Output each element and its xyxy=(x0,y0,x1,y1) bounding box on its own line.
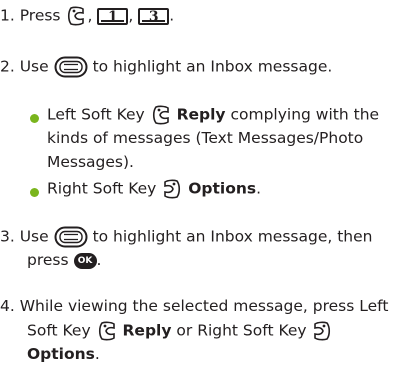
reply-label: Reply xyxy=(176,105,226,124)
step-3-text-end: to highlight an Inbox message, then xyxy=(92,227,373,246)
period: . xyxy=(169,6,175,25)
step-4-text-mid: or Right Soft Key xyxy=(176,321,307,340)
step-3: 3. Use to highlight an Inbox message, th… xyxy=(0,226,373,248)
step-1-text: 1. Press xyxy=(0,6,61,25)
left-soft-key-icon xyxy=(98,321,115,341)
right-soft-key-icon xyxy=(314,321,331,341)
step-4-line-2: Soft Key Reply or Right Soft Key xyxy=(27,320,333,342)
step-3-text: 3. Use xyxy=(0,227,49,246)
separator: , xyxy=(128,6,134,25)
right-soft-key-icon xyxy=(164,179,181,199)
step-3-line-2: press OK. xyxy=(27,250,101,270)
period: . xyxy=(256,179,262,198)
step-4-text: Soft Key xyxy=(27,321,91,340)
period: . xyxy=(94,345,100,363)
options-label: Options xyxy=(188,179,257,198)
navigation-key-icon xyxy=(54,56,88,78)
bullet-1-line-3: Messages). xyxy=(47,153,134,171)
step-2-text-end: to highlight an Inbox message. xyxy=(92,57,333,76)
key-3-icon: 3 xyxy=(138,7,170,25)
navigation-key-icon xyxy=(54,226,88,248)
bullet-1-line-1: Left Soft Key Reply complying with the xyxy=(47,104,379,126)
options-label: Options xyxy=(27,345,95,363)
step-2-text: 2. Use xyxy=(0,57,49,76)
bullet-icon xyxy=(30,114,39,123)
ok-key-icon: OK xyxy=(73,252,97,269)
period: . xyxy=(96,251,102,269)
step-4-line-1: 4. While viewing the selected message, p… xyxy=(0,297,389,315)
step-4-line-3: Options. xyxy=(27,344,100,364)
bullet-icon xyxy=(30,188,39,197)
step-1: 1. Press , 1, 3. xyxy=(0,5,174,27)
left-soft-key-icon xyxy=(68,6,85,26)
step-2: 2. Use to highlight an Inbox message. xyxy=(0,56,332,78)
bullet-2-text: Right Soft Key xyxy=(47,179,157,198)
step-3-press-text: press xyxy=(27,251,69,269)
reply-label: Reply xyxy=(122,321,172,340)
key-1-icon: 1 xyxy=(97,7,129,25)
bullet-1-line-2: kinds of messages (Text Messages/Photo xyxy=(47,129,364,147)
separator: , xyxy=(87,6,93,25)
bullet-1-text: Left Soft Key xyxy=(47,105,145,124)
left-soft-key-icon xyxy=(152,105,169,125)
bullet-1-text-end: complying with the xyxy=(230,105,380,124)
bullet-2: Right Soft Key Options. xyxy=(47,178,261,200)
